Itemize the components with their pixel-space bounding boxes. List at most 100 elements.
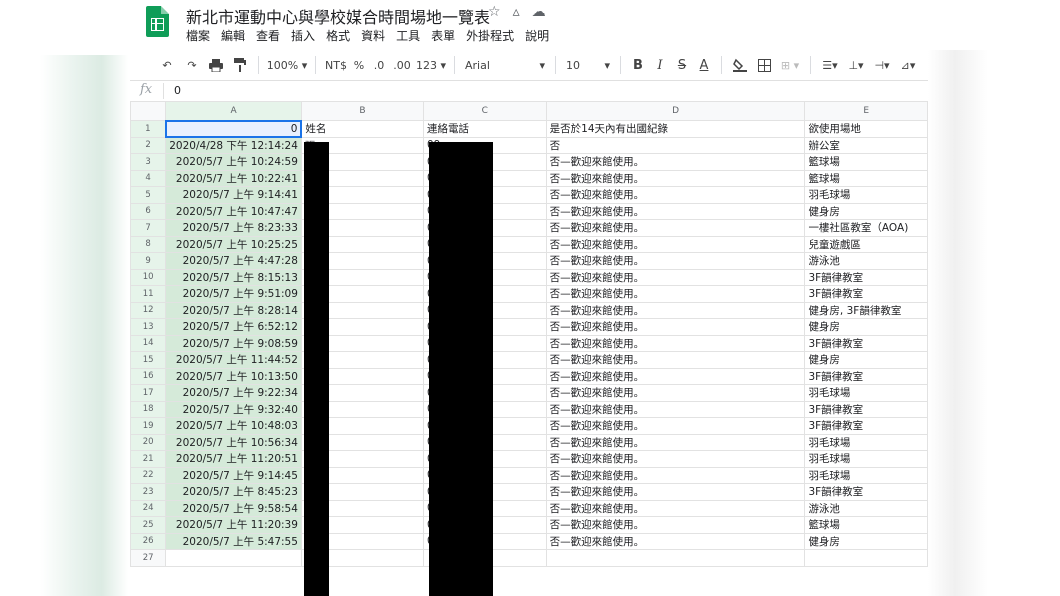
cell-venue[interactable]: 健身房 (804, 351, 928, 369)
cell-timestamp[interactable] (165, 549, 302, 567)
cell-travel-record[interactable]: 否—歡迎來館使用。 (545, 186, 806, 204)
row-header[interactable]: 7 (130, 219, 167, 237)
header-cell-phone[interactable]: 連絡電話 (422, 120, 547, 138)
menu-item[interactable]: 格式 (326, 27, 350, 44)
cell-travel-record[interactable]: 否—歡迎來館使用。 (545, 252, 806, 270)
cell-timestamp[interactable]: 2020/5/7 上午 10:13:50 (165, 367, 302, 385)
cell-timestamp[interactable]: 2020/5/7 上午 8:45:23 (165, 483, 302, 501)
cell-timestamp[interactable]: 2020/5/7 上午 10:47:47 (165, 202, 302, 220)
cell-venue[interactable]: 羽毛球場 (804, 466, 928, 484)
cell-travel-record[interactable]: 否—歡迎來館使用。 (545, 516, 806, 534)
cell-venue[interactable]: 游泳池 (804, 252, 928, 270)
cell-venue[interactable]: 3F韻律教室 (804, 417, 928, 435)
menu-item[interactable]: 資料 (361, 27, 385, 44)
active-cell[interactable]: 0 (164, 119, 303, 138)
cell-travel-record[interactable]: 否—歡迎來館使用。 (545, 433, 806, 451)
menu-item[interactable]: 表單 (431, 27, 455, 44)
select-all-corner[interactable] (130, 101, 167, 121)
menu-item[interactable]: 查看 (256, 27, 280, 44)
font-size-select[interactable]: 10 ▾ (562, 54, 614, 76)
cell-timestamp[interactable]: 2020/5/7 上午 10:22:41 (165, 169, 302, 187)
borders-icon[interactable] (752, 54, 776, 76)
cell-venue[interactable]: 3F韻律教室 (804, 367, 928, 385)
cell-timestamp[interactable]: 2020/5/7 上午 10:48:03 (165, 417, 302, 435)
move-to-drive-icon[interactable]: ▵ (513, 4, 520, 20)
cell-venue[interactable]: 籃球場 (804, 169, 928, 187)
cell-timestamp[interactable]: 2020/5/7 上午 10:24:59 (165, 153, 302, 171)
formula-input[interactable]: 0 (174, 84, 181, 97)
paint-format-icon[interactable] (228, 54, 252, 76)
row-header[interactable]: 22 (130, 466, 167, 484)
header-cell-travel[interactable]: 是否於14天內有出國紀錄 (545, 120, 806, 138)
redo-icon[interactable]: ↷ (180, 54, 204, 76)
strikethrough-button[interactable]: S (671, 54, 693, 76)
cell-timestamp[interactable]: 2020/5/7 上午 9:14:45 (165, 466, 302, 484)
row-header[interactable]: 25 (130, 516, 167, 534)
column-header-a[interactable]: A (165, 101, 302, 121)
menu-item[interactable]: 工具 (396, 27, 420, 44)
cell-travel-record[interactable]: 否—歡迎來館使用。 (545, 268, 806, 286)
cell-venue[interactable]: 3F韻律教室 (804, 268, 928, 286)
row-header[interactable]: 27 (130, 549, 167, 567)
text-wrap-icon[interactable]: ⊣▾ (869, 54, 895, 76)
row-header[interactable]: 16 (130, 367, 167, 385)
decrease-decimal-button[interactable]: .0 (368, 54, 390, 76)
row-header[interactable]: 12 (130, 301, 167, 319)
cell-venue[interactable]: 籃球場 (804, 516, 928, 534)
column-header-c[interactable]: C (422, 101, 547, 121)
cell-venue[interactable]: 健身房, 3F韻律教室 (804, 301, 928, 319)
row-header[interactable]: 1 (130, 120, 167, 138)
text-rotation-icon[interactable]: ⊿▾ (895, 54, 921, 76)
cell-travel-record[interactable]: 否—歡迎來館使用。 (545, 219, 806, 237)
cell-venue[interactable]: 一樓社區教室（AOA) (804, 219, 928, 237)
column-header-d[interactable]: D (545, 101, 806, 121)
row-header[interactable]: 9 (130, 252, 167, 270)
increase-decimal-button[interactable]: .00 (390, 54, 414, 76)
row-header[interactable]: 20 (130, 433, 167, 451)
cell-venue[interactable]: 羽毛球場 (804, 384, 928, 402)
cell-travel-record[interactable]: 否—歡迎來館使用。 (545, 532, 806, 550)
merge-cells-icon[interactable]: ⊞ ▾ (776, 54, 804, 76)
cell-travel-record[interactable]: 否—歡迎來館使用。 (545, 235, 806, 253)
cell-timestamp[interactable]: 2020/5/7 上午 9:32:40 (165, 400, 302, 418)
cell-travel-record[interactable]: 否—歡迎來館使用。 (545, 334, 806, 352)
row-header[interactable]: 8 (130, 235, 167, 253)
bold-button[interactable]: B (627, 54, 649, 76)
row-header[interactable]: 2 (130, 136, 167, 154)
cell-timestamp[interactable]: 2020/4/28 下午 12:14:24 (165, 136, 302, 154)
currency-button[interactable]: NT$ (322, 54, 350, 76)
cell-timestamp[interactable]: 2020/5/7 上午 5:47:55 (165, 532, 302, 550)
cell-timestamp[interactable]: 2020/5/7 上午 11:44:52 (165, 351, 302, 369)
row-header[interactable]: 14 (130, 334, 167, 352)
row-header[interactable]: 26 (130, 532, 167, 550)
row-header[interactable]: 10 (130, 268, 167, 286)
row-header[interactable]: 21 (130, 450, 167, 468)
cell-travel-record[interactable]: 否 (545, 136, 806, 154)
menu-item[interactable]: 插入 (291, 27, 315, 44)
cell-timestamp[interactable]: 2020/5/7 上午 6:52:12 (165, 318, 302, 336)
cell-timestamp[interactable]: 2020/5/7 上午 10:56:34 (165, 433, 302, 451)
cell-venue[interactable]: 辦公室 (804, 136, 928, 154)
cell-venue[interactable]: 3F韻律教室 (804, 483, 928, 501)
cell-travel-record[interactable]: 否—歡迎來館使用。 (545, 417, 806, 435)
more-formats-button[interactable]: 123 ▾ (414, 54, 448, 76)
cell-venue[interactable]: 兒童遊戲區 (804, 235, 928, 253)
cell-timestamp[interactable]: 2020/5/7 上午 9:58:54 (165, 499, 302, 517)
cell-venue[interactable]: 游泳池 (804, 499, 928, 517)
row-header[interactable]: 3 (130, 153, 167, 171)
row-header[interactable]: 18 (130, 400, 167, 418)
cell-venue[interactable]: 健身房 (804, 532, 928, 550)
cell-venue[interactable]: 羽毛球場 (804, 186, 928, 204)
cell-venue[interactable]: 羽毛球場 (804, 433, 928, 451)
cell-timestamp[interactable]: 2020/5/7 上午 8:28:14 (165, 301, 302, 319)
row-header[interactable]: 23 (130, 483, 167, 501)
vertical-align-icon[interactable]: ⊥▾ (843, 54, 869, 76)
menu-item[interactable]: 編輯 (221, 27, 245, 44)
cell-timestamp[interactable]: 2020/5/7 上午 9:51:09 (165, 285, 302, 303)
cell-travel-record[interactable]: 否—歡迎來館使用。 (545, 202, 806, 220)
row-header[interactable]: 5 (130, 186, 167, 204)
row-header[interactable]: 13 (130, 318, 167, 336)
cell-venue[interactable]: 健身房 (804, 318, 928, 336)
cell-timestamp[interactable]: 2020/5/7 上午 9:22:34 (165, 384, 302, 402)
cell-timestamp[interactable]: 2020/5/7 上午 9:08:59 (165, 334, 302, 352)
